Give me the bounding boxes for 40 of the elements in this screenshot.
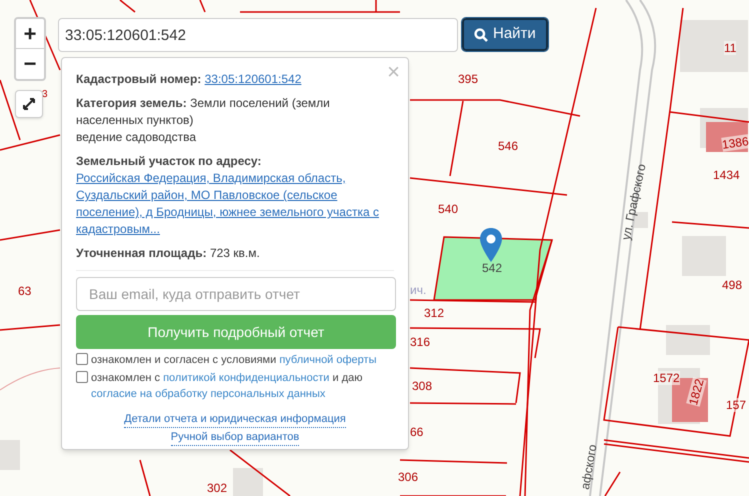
parcel-number: ич.	[410, 283, 426, 297]
address-text: Земельный участок по адресу: Российская Федерация, Владимирская область, Суздальский район, МО Павловское (сельское поселение), д Бродницы, южнее земельного участка с кадастровым...	[76, 153, 390, 238]
parcel-number: 312	[424, 306, 444, 320]
parcel-number: 306	[398, 470, 418, 484]
cadastral-number-text: Кадастровый номер: 33:05:120601:542	[76, 71, 302, 88]
footer-link[interactable]: Детали отчета и юридическая информация	[124, 412, 346, 428]
agreement-text: ознакомлен с политикой конфиденциальности и даю согласие на обработку персональных данных	[91, 371, 364, 402]
email-field[interactable]: Ваш email, куда отправить отчет	[76, 277, 396, 311]
parcel-number: 157	[726, 398, 746, 412]
agreement-link[interactable]: публичной оферты	[279, 354, 376, 366]
footer-link[interactable]: Ручной выбор вариантов	[170, 430, 300, 446]
parcel-number: 1434	[713, 168, 740, 182]
land-category-text: Категория земель: Земли поселений (земли населенных пунктов) ведение садоводства	[76, 95, 331, 146]
street-label: ул. Графского	[618, 162, 649, 242]
parcel-number: 498	[722, 278, 742, 292]
search-field[interactable]: 33:05:120601:542	[58, 18, 458, 52]
parcel-number: 540	[438, 202, 458, 216]
street-label: афского	[578, 443, 600, 491]
zoom-out-button[interactable]: −	[16, 49, 44, 79]
parcel-number: 1822	[686, 377, 707, 407]
area-text: Уточненная площадь: 723 кв.м.	[76, 245, 261, 262]
agreement-link[interactable]: согласие на обработку персональных данных	[91, 388, 326, 400]
parcel-number: 316	[410, 335, 430, 349]
find-button[interactable]: Найти	[462, 18, 548, 51]
address-link[interactable]: Российская Федерация, Владимирская область, Суздальский район, МО Павловское (сельское поселение), д Бродницы, южнее земельного участка с кадастровым...	[76, 170, 390, 238]
parcel-number: 1386	[721, 134, 749, 152]
parcel-number: 3	[42, 88, 48, 102]
parcel-number: 546	[498, 139, 518, 153]
parcel-number: 1572	[653, 371, 680, 385]
parcel-number: 302	[207, 481, 228, 495]
parcel-number: 66	[410, 425, 424, 439]
agreement-link[interactable]: политикой конфиденциальности	[163, 372, 330, 384]
parcel-number: 63	[18, 284, 32, 298]
zoom-in-button[interactable]: +	[16, 19, 44, 49]
parcel-number: 395	[458, 72, 478, 86]
cadastral-number-link[interactable]: 33:05:120601:542	[204, 72, 302, 86]
parcel-number: 542	[482, 261, 502, 275]
parcel-number: 11	[724, 41, 736, 55]
parcel-number: 308	[412, 379, 432, 393]
agreement-text: ознакомлен и согласен с условиями публичной оферты	[91, 353, 376, 368]
